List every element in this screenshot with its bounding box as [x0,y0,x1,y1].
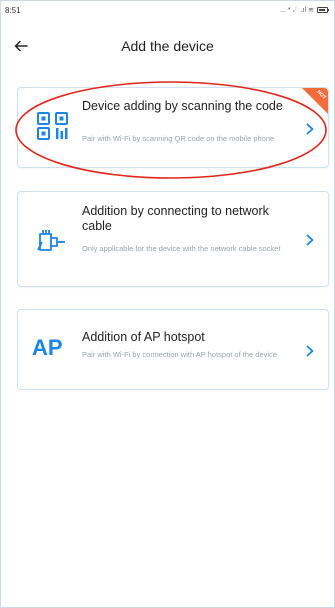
option-network-cable[interactable]: Addition by connecting to network cable … [17,191,329,287]
arrow-left-icon [14,40,28,52]
back-button[interactable] [10,35,32,57]
ethernet-cable-icon [36,228,68,254]
status-indicators: ... * ☄ .ıl ≋ [280,7,314,14]
option-ap-hotspot[interactable]: AP Addition of AP hotspot Pair with Wi-F… [17,309,329,390]
option-title: Addition of AP hotspot [82,330,205,344]
ap-icon-label: AP [32,335,63,360]
chevron-right-icon [304,344,316,358]
ap-icon: AP [32,335,63,361]
option-title: Addition by connecting to network cable [82,204,269,233]
chevron-right-icon [304,122,316,136]
status-bar: 8:51 ... * ☄ .ıl ≋ [1,1,334,19]
option-description: Pair with Wi-Fi by connection with AP ho… [82,350,277,359]
battery-icon [317,7,329,13]
page-title: Add the device [121,38,214,54]
chevron-right-icon [304,233,316,247]
option-description: Pair with Wi-Fi by scanning QR code on t… [82,134,275,143]
phone-screen: 8:51 ... * ☄ .ıl ≋ Add the device HOT De… [0,0,335,608]
option-description: Only applicable for the device with the … [82,244,281,253]
option-title: Device adding by scanning the code [82,99,283,113]
nav-bar: Add the device [1,31,334,61]
qr-code-icon [36,111,70,141]
status-icons: ... * ☄ .ıl ≋ [280,6,329,14]
option-scan-code[interactable]: HOT Device adding by scanning the code P… [17,87,329,168]
status-time: 8:51 [5,5,21,15]
